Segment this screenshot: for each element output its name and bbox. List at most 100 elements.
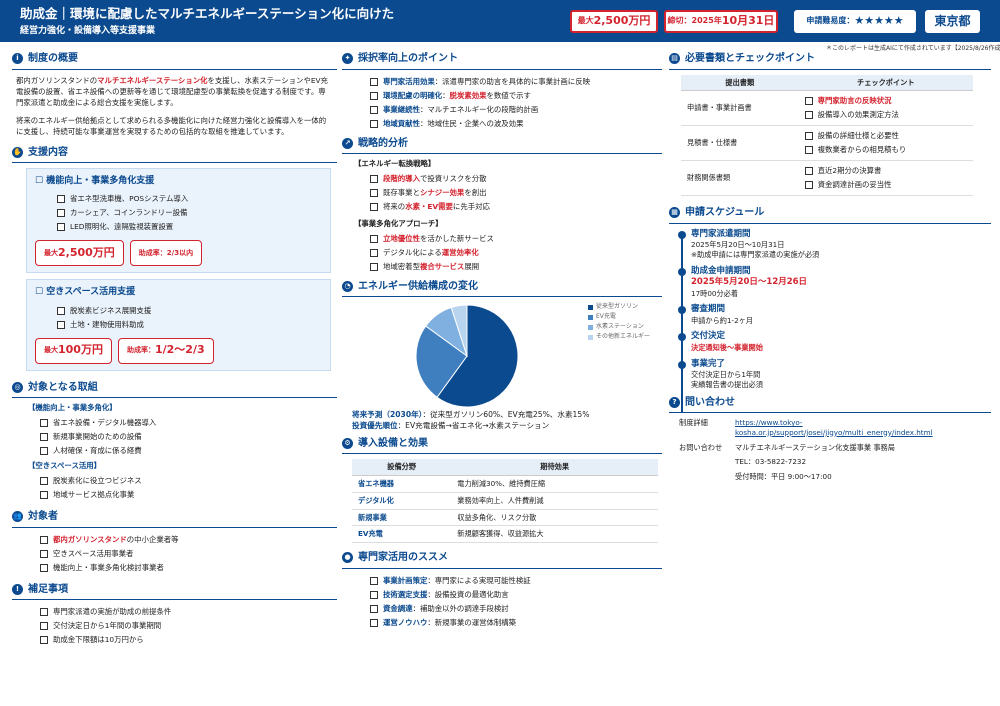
section-contact: ? 問い合わせ: [669, 396, 991, 414]
list-item: 事業計画策定：専門家による実現可能性検証: [342, 574, 662, 588]
header-bar: 助成金｜環境に配慮したマルチエネルギーステーション化に向けた 経営力強化・設備導…: [0, 0, 1000, 42]
table-row: 新規事業 収益多角化、リスク分散: [352, 509, 658, 527]
rate-chip: 助成率：2/3以内: [129, 240, 203, 267]
list-item: 事業継続性：マルチエネルギー化の段階的計画: [342, 103, 662, 117]
question-icon: ?: [669, 396, 680, 408]
list-item: 地域貢献性：地域住民・企業への波及効果: [342, 117, 662, 131]
section-strategy: ↗ 戦略的分析: [342, 137, 662, 154]
list-item: 既存事業とシナジー効果を創出: [342, 186, 662, 200]
list-item: 脱炭素化に役立つビジネス: [12, 474, 337, 488]
list-item: 地域密着型複合サービス展開: [342, 260, 662, 274]
max-amount-chip: 最大 100万円: [35, 337, 112, 364]
section-eligible: 👥 対象者: [12, 510, 337, 528]
list-item: 専門家派遣の実施が助成の前提条件: [12, 605, 337, 619]
list-item: 運営ノウハウ：新規事業の運営体制構築: [342, 616, 662, 630]
energy-pie: [415, 304, 519, 408]
users-icon: 👥: [12, 511, 23, 523]
timeline-item: 審査期間 申請から約1-2ヶ月: [678, 304, 991, 325]
table-row: 見積書・仕様書 設備の詳細仕様と必要性 複数業者からの相見積もり: [681, 125, 973, 162]
energy-priority: 投資優先順位：EV充電設備→省エネ化→水素ステーション: [352, 420, 550, 430]
list-item: 省エネ型洗車機、POSシステム導入: [35, 192, 322, 206]
page-title: 助成金｜環境に配慮したマルチエネルギーステーション化に向けた: [20, 6, 395, 21]
prefecture-badge: 東京都: [925, 10, 980, 33]
pie-chart-icon: ◔: [342, 281, 353, 293]
warning-icon: !: [12, 583, 23, 595]
list-item: 省エネ設備・デジタル機器導入: [12, 416, 337, 430]
docs-table: 提出書類 チェックポイント 申請書・事業計画書 専門家助言の反映状況 設備導入の効…: [681, 74, 973, 197]
contact-block: 制度詳細 https://www.tokyo-kosha.or.jp/suppor…: [669, 418, 991, 482]
detail-link[interactable]: https://www.tokyo-kosha.or.jp/support/jo…: [735, 418, 985, 437]
list-item: 将来の水素・EV需要に先手対応: [342, 200, 662, 214]
timeline-item: 事業完了 交付決定日から1年間 実績報告書の提出必須: [678, 359, 991, 390]
list-item: LED照明化、遠隔監視装置設置: [35, 220, 322, 234]
rate-chip: 助成率： 1/2〜2/3: [117, 337, 214, 364]
legend-item: 水素ステーション: [588, 322, 650, 332]
list-item: 空きスペース活用事業者: [12, 547, 337, 561]
overview-paragraph-2: 将来のエネルギー供給拠点として求められる多機能化に向けた経営力強化と設備導入を一…: [16, 115, 327, 137]
timeline-item: 交付決定 決定通知後〜事業開始: [678, 331, 991, 352]
deadline-badge: 締切： 2025年 10月31日: [664, 10, 778, 33]
timeline-item: 専門家派遣期間 2025年5月20日〜10月31日 ※助成申請には専門家派遣の実…: [678, 229, 991, 260]
max-amount-badge: 最大 2,500万円: [570, 10, 658, 33]
section-expert: ● 専門家活用のススメ: [342, 551, 662, 569]
overview-paragraph-1: 都内ガソリンスタンドのマルチエネルギーステーション化を支援し、水素ステーションや…: [16, 75, 328, 108]
list-item: デジタル化による運営効率化: [342, 246, 662, 260]
list-item: 土地・建物使用料助成: [35, 318, 322, 332]
list-item: 新規事業開始のための設備: [12, 430, 337, 444]
chart-line-icon: ↗: [342, 137, 353, 149]
table-row: 申請書・事業計画書 専門家助言の反映状況 設備導入の効果測定方法: [681, 90, 973, 127]
list-item: 環境配慮の明確化：脱炭素効果を数値で示す: [342, 89, 662, 103]
list-item: 資金調達：補助金以外の調達手段検討: [342, 602, 662, 616]
chart-legend: 従来型ガソリン EV充電 水素ステーション その他新エネルギー: [588, 302, 650, 342]
section-supplement: ! 補足事項: [12, 583, 337, 601]
section-targets: ◎ 対象となる取組: [12, 381, 337, 399]
page-subtitle: 経営力強化・設備導入等支援事業: [20, 26, 156, 36]
info-icon: i: [12, 53, 23, 65]
target-icon: ◎: [12, 381, 23, 393]
timeline-item: 助成金申請期間 2025年5月20日〜12月26日 17時00分必着: [678, 266, 991, 299]
middle-column: ✦ 採択率向上のポイント 専門家活用効果：派遣専門家の助言を具体的に事業計画に反映…: [342, 52, 662, 630]
list-item: 地域サービス拠点化事業: [12, 488, 337, 502]
list-item: 人材確保・育成に係る経費: [12, 444, 337, 458]
left-column: i 制度の概要 都内ガソリンスタンドのマルチエネルギーステーション化を支援し、水素…: [12, 52, 337, 647]
list-item: 段階的導入で投資リスクを分散: [342, 172, 662, 186]
energy-chart: 従来型ガソリン EV充電 水素ステーション その他新エネルギー: [342, 302, 662, 410]
energy-forecast: 将来予測（2030年）：従来型ガソリン60%、EV充電25%、水素15%: [352, 410, 590, 420]
list-item: 技術選定支援：設備投資の最適化助言: [342, 588, 662, 602]
list-item: 都内ガソリンスタンドの中小企業者等: [12, 533, 337, 547]
section-energy: ◔ エネルギー供給構成の変化: [342, 280, 662, 298]
bulb-icon: ✦: [342, 53, 353, 65]
list-item: 機能向上・事業多角化検討事業者: [12, 561, 337, 575]
legend-item: 従来型ガソリン: [588, 302, 650, 312]
document-icon: ▤: [669, 53, 680, 65]
section-support: ✋ 支援内容: [12, 146, 337, 164]
list-item: 助成金下限額は10万円から: [12, 633, 337, 647]
list-item: カーシェア、コインランドリー設備: [35, 206, 322, 220]
list-item: 脱炭素ビジネス展開支援: [35, 304, 322, 318]
handshake-icon: ✋: [12, 147, 23, 159]
section-points: ✦ 採択率向上のポイント: [342, 52, 662, 70]
list-item: 専門家活用効果：派遣専門家の助言を具体的に事業計画に反映: [342, 75, 662, 89]
table-row: EV充電 新規顧客獲得、収益源拡大: [352, 525, 658, 544]
legend-item: EV充電: [588, 312, 650, 322]
list-item: 立地優位性を活かした新サービス: [342, 232, 662, 246]
list-item: 交付決定日から1年間の事業期間: [12, 619, 337, 633]
section-docs: ▤ 必要書類とチェックポイント: [669, 52, 991, 70]
difficulty-badge: 申請難易度： ★★★★★: [794, 10, 916, 33]
table-row: 財務関係書類 直近2期分の決算書 資金調達計画の妥当性: [681, 160, 973, 197]
section-equipment: ⚙ 導入設備と効果: [342, 437, 662, 455]
equipment-table: 設備分野 期待効果 省エネ機器 電力削減30%、維持費圧縮 デジタル化 業務効率向上、…: [352, 459, 658, 544]
max-amount-chip: 最大 2,500万円: [35, 240, 124, 267]
section-overview: i 制度の概要: [12, 52, 337, 70]
difficulty-stars: ★★★★★: [854, 14, 904, 28]
gear-icon: ⚙: [342, 438, 353, 450]
schedule-timeline: 専門家派遣期間 2025年5月20日〜10月31日 ※助成申請には専門家派遣の実…: [669, 229, 991, 413]
legend-item: その他新エネルギー: [588, 332, 650, 342]
support-box-diversification: ☐ 機能向上・事業多角化支援 省エネ型洗車機、POSシステム導入 カーシェア、コ…: [26, 168, 331, 274]
right-column: ▤ 必要書類とチェックポイント 提出書類 チェックポイント 申請書・事業計画書 専門…: [669, 52, 991, 487]
table-row: 省エネ機器 電力削減30%、維持費圧縮: [352, 475, 658, 493]
calendar-icon: ▦: [669, 207, 680, 219]
user-tie-icon: ●: [342, 552, 353, 564]
section-schedule: ▦ 申請スケジュール: [669, 206, 991, 224]
support-box-space: ☐ 空きスペース活用支援 脱炭素ビジネス展開支援 土地・建物使用料助成 最大 10…: [26, 279, 331, 371]
